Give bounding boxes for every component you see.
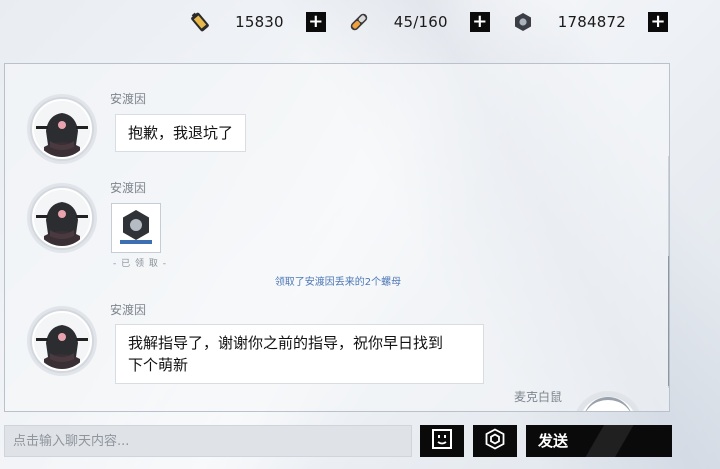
- send-button[interactable]: 发送: [526, 425, 672, 457]
- avatar-partial[interactable]: [573, 391, 643, 411]
- avatar-rim: [583, 397, 633, 411]
- message-line: 下个萌新: [128, 356, 189, 374]
- send-button-label: 发送: [538, 432, 569, 450]
- message-line: 我解指导了，谢谢你之前的指导，祝你早日找到: [128, 334, 444, 352]
- resource-stamina: 45/160 +: [348, 11, 490, 33]
- stamina-capsule-icon: [348, 11, 370, 33]
- gold-value: 15830: [235, 13, 284, 31]
- chat-scrollbar[interactable]: [668, 156, 669, 388]
- gift-item-card[interactable]: [111, 203, 161, 253]
- scrollbar-thumb[interactable]: [668, 256, 669, 386]
- chat-avatar[interactable]: [27, 306, 97, 376]
- emoji-button[interactable]: [420, 425, 464, 457]
- add-nut-button[interactable]: +: [648, 12, 668, 32]
- chat-avatar[interactable]: [27, 183, 97, 253]
- gold-battery-icon: [189, 11, 211, 33]
- hex-nut-icon: [512, 11, 534, 33]
- add-stamina-button[interactable]: +: [469, 12, 490, 32]
- resource-bar: 15830 + 45/160 + 1784872 +: [167, 9, 668, 35]
- avatar: [32, 188, 92, 248]
- message-bubble: 我解指导了，谢谢你之前的指导，祝你早日找到 下个萌新: [115, 324, 484, 384]
- sender-name-partial: 麦克白鼠: [514, 390, 563, 404]
- chat-input-container: [4, 425, 412, 457]
- resource-gold: 15830 +: [189, 11, 326, 33]
- send-button-decoration: [574, 425, 654, 457]
- hex-nut-icon: [116, 206, 156, 250]
- message-bubble: 抱歉，我退坑了: [115, 114, 247, 152]
- chat-panel[interactable]: 安渡因 抱歉，我退坑了 安渡因 - 已 领 取 - 领取了安渡因丢来的2个螺母 …: [4, 63, 670, 412]
- resource-nut: 1784872 +: [512, 11, 668, 33]
- avatar: [32, 99, 92, 159]
- more-options-button[interactable]: [473, 425, 517, 457]
- gear-hex-icon: [484, 428, 506, 454]
- sender-name: 安渡因: [110, 92, 147, 106]
- gift-claimed-status: - 已 领 取 -: [113, 259, 167, 269]
- avatar: [32, 311, 92, 371]
- stamina-value: 45/160: [393, 13, 448, 31]
- sender-name: 安渡因: [110, 303, 147, 317]
- nut-value: 1784872: [557, 13, 626, 31]
- chat-input[interactable]: [5, 426, 411, 456]
- sender-name: 安渡因: [110, 181, 147, 195]
- chat-avatar[interactable]: [27, 94, 97, 164]
- system-notice: 领取了安渡因丢来的2个螺母: [274, 277, 402, 288]
- face-icon: [431, 428, 453, 454]
- add-gold-button[interactable]: +: [305, 12, 326, 32]
